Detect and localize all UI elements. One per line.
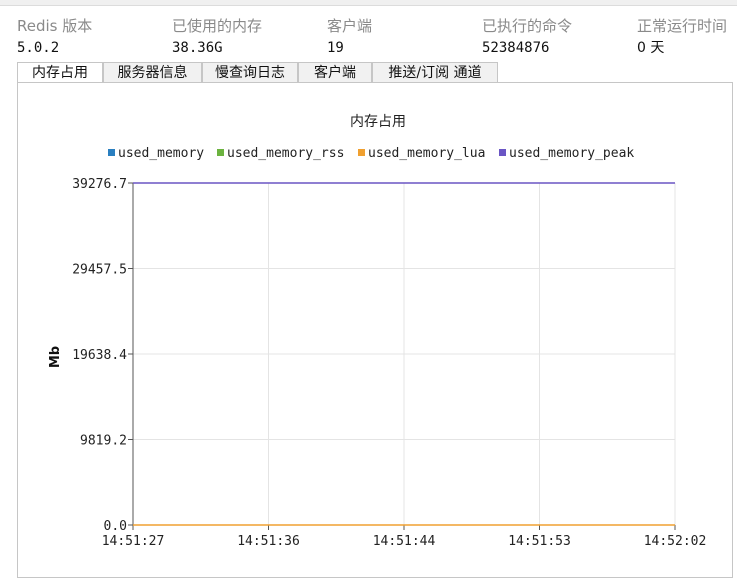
x-tick-label: 14:51:36 [237, 534, 300, 549]
stat-label: 正常运行时间 [637, 17, 728, 35]
y-tick-label: 9819.2 [80, 434, 127, 449]
legend-swatch [358, 149, 365, 156]
stats-bar: Redis 版本 5.0.2 已使用的内存 38.36G 客户端 19 已执行的… [0, 16, 737, 60]
legend-swatch [217, 149, 224, 156]
stat-value: 52384876 [482, 40, 550, 56]
stat-clients: 客户端 19 [327, 16, 372, 58]
chart-axes: 14:51:27 14:51:36 14:51:44 14:51:53 14:52:02… [72, 177, 706, 549]
y-tick-label: 39276.7 [72, 177, 127, 192]
tab-server-info[interactable]: 服务器信息 [103, 62, 202, 82]
tab-memory-usage[interactable]: 内存占用 [17, 62, 103, 83]
x-tick-label: 14:52:02 [644, 534, 707, 549]
chart-grid [133, 182, 676, 526]
y-tick-label: 29457.5 [72, 263, 127, 278]
top-border [0, 0, 737, 6]
memory-chart: 内存占用 used_memory used_memory_rss used_memo… [48, 114, 706, 549]
legend-label: used_memory_rss [227, 146, 344, 161]
chart-title: 内存占用 [350, 114, 406, 130]
legend-swatch [108, 149, 115, 156]
stat-commands-executed: 已执行的命令 52384876 [482, 16, 572, 58]
legend-label: used_memory_lua [368, 146, 485, 161]
legend-label: used_memory [118, 146, 204, 161]
tab-slow-log[interactable]: 慢查询日志 [202, 62, 298, 82]
legend-label: used_memory_peak [509, 146, 634, 161]
x-tick-label: 14:51:27 [102, 534, 165, 549]
y-axis-label: Mb [48, 346, 63, 368]
y-tick-label: 19638.4 [72, 348, 127, 363]
stat-label: 已执行的命令 [482, 17, 573, 35]
x-tick-label: 14:51:44 [373, 534, 436, 549]
stat-label: 客户端 [327, 17, 373, 35]
tab-clients[interactable]: 客户端 [298, 62, 372, 82]
tab-pubsub-channels[interactable]: 推送/订阅 通道 [372, 62, 498, 82]
legend-swatch [499, 149, 506, 156]
x-tick-label: 14:51:53 [508, 534, 571, 549]
stat-label: Redis 版本 [17, 17, 93, 35]
stat-redis-version: Redis 版本 5.0.2 [17, 16, 92, 58]
stat-label: 已使用的内存 [172, 17, 263, 35]
stat-value: 19 [327, 40, 344, 56]
stat-used-memory: 已使用的内存 38.36G [172, 16, 262, 58]
stat-value: 0 天 [637, 40, 665, 56]
chart-legend: used_memory used_memory_rss used_memory_lu… [108, 146, 634, 161]
stat-uptime: 正常运行时间 0 天 [637, 16, 727, 58]
stat-value: 5.0.2 [17, 40, 60, 56]
stat-value: 38.36G [172, 40, 223, 56]
y-tick-label: 0.0 [104, 519, 127, 534]
tab-panel-memory: 内存占用 used_memory used_memory_rss used_memo… [17, 82, 733, 578]
